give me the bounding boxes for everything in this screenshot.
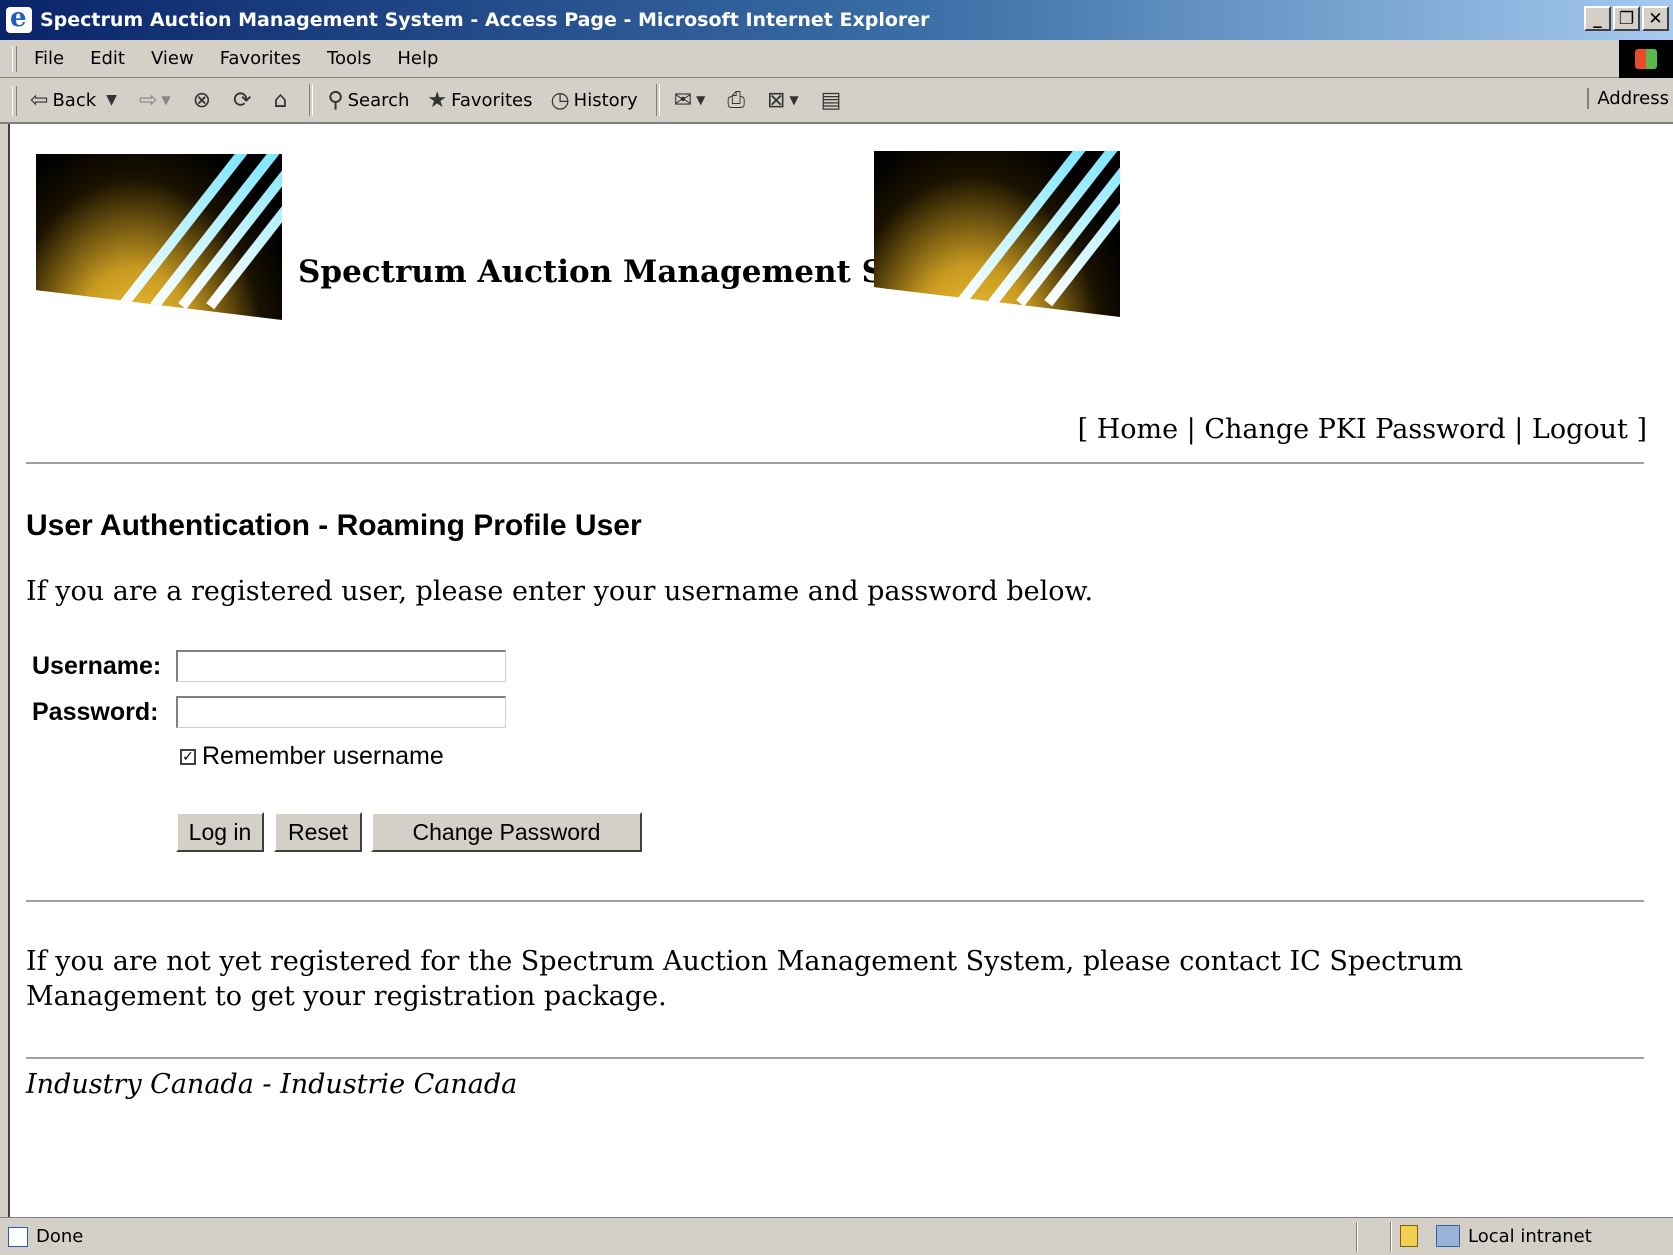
banner-logo-left [36,154,282,320]
history-button[interactable]: ◷ History [550,88,637,113]
search-icon: ⚲ [327,87,344,113]
menu-view[interactable]: View [151,48,194,69]
window-title: Spectrum Auction Management System - Acc… [40,9,930,31]
favorites-button[interactable]: ★ Favorites [427,88,532,113]
edit-button[interactable]: ⊠ ▼ [767,88,803,113]
nav-bracket-close: ] [1627,414,1647,445]
remember-username-checkbox[interactable]: ✓ [180,748,196,765]
nav-bracket-open: [ [1077,414,1097,445]
title-bar: Spectrum Auction Management System - Acc… [0,0,1673,40]
username-input[interactable] [176,650,506,682]
menu-grip[interactable] [12,46,17,72]
stop-icon: ⊗ [192,87,212,113]
registration-notice: If you are not yet registered for the Sp… [26,946,1464,1012]
toolbar-separator [655,84,660,116]
nav-home-link[interactable]: Home [1097,414,1178,445]
menu-help[interactable]: Help [397,48,438,69]
minimize-button[interactable]: _ [1584,6,1611,31]
divider [26,1057,1644,1059]
divider [26,900,1644,902]
site-banner: Spectrum Auction Management System [36,151,1136,324]
menu-file[interactable]: File [34,48,64,69]
reset-button[interactable]: Reset [274,812,362,852]
menu-edit[interactable]: Edit [90,48,125,69]
edit-icon: ⊠ [766,87,786,113]
intro-text: If you are a registered user, please ent… [26,576,1094,607]
remember-username-row: ✓ Remember username [180,742,444,771]
ie-icon [6,3,32,33]
top-nav: [ Home | Change PKI Password | Logout ] [1078,414,1647,445]
menu-bar: File Edit View Favorites Tools Help [0,40,1673,78]
menu-tools[interactable]: Tools [327,48,371,69]
page-viewport: Spectrum Auction Management System [ Hom… [8,124,1673,1217]
print-button[interactable]: ⎙ [727,88,749,113]
print-icon: ⎙ [727,87,745,113]
back-arrow-icon: ⇦ [30,87,49,113]
maximize-button[interactable]: ❐ [1613,6,1640,31]
forward-arrow-icon: ⇨ [138,87,158,113]
password-label: Password: [32,698,159,726]
history-icon: ◷ [550,87,570,113]
toolbar-grip[interactable] [12,86,17,116]
home-icon: ⌂ [273,87,288,113]
close-button[interactable]: ✕ [1642,6,1669,31]
refresh-button[interactable]: ⟳ [233,88,255,113]
discuss-icon: ▤ [820,87,842,113]
status-divider [1390,1222,1392,1252]
mail-button[interactable]: ✉ ▼ [674,88,710,113]
mail-icon: ✉ [673,87,693,113]
back-dropdown-icon[interactable]: ▼ [106,92,117,108]
username-label: Username: [32,652,162,680]
footer-text: Industry Canada - Industrie Canada [26,1069,518,1100]
divider [26,462,1644,464]
remember-username-label[interactable]: Remember username [202,742,444,771]
toolbar-separator [309,84,314,116]
favorites-label: Favorites [451,89,533,111]
stop-button[interactable]: ⊗ [193,88,215,113]
change-password-button[interactable]: Change Password [371,812,642,852]
address-label[interactable]: Address [1587,88,1669,109]
favorites-icon: ★ [427,87,448,113]
menu-favorites[interactable]: Favorites [220,48,301,69]
status-text: Done [36,1226,84,1247]
nav-separator: | [1178,414,1205,445]
search-label: Search [347,89,410,111]
refresh-icon: ⟳ [233,87,252,113]
nav-change-pki-link[interactable]: Change PKI Password [1204,414,1505,445]
security-zone-label: Local intranet [1468,1226,1592,1247]
window-controls: _ ❐ ✕ [1584,6,1669,31]
password-input[interactable] [176,696,506,728]
search-button[interactable]: ⚲ Search [327,88,409,113]
windows-logo-icon [1619,40,1673,78]
history-label: History [573,89,638,111]
status-divider [1356,1222,1358,1252]
login-button[interactable]: Log in [176,812,264,852]
home-button[interactable]: ⌂ [273,88,291,113]
banner-logo-right [874,151,1120,317]
discuss-button[interactable]: ▤ [821,88,846,113]
page-title: User Authentication - Roaming Profile Us… [26,509,642,542]
intranet-zone-icon [1436,1225,1460,1247]
nav-separator: | [1505,414,1532,445]
mail-dropdown-icon[interactable]: ▼ [696,93,705,107]
forward-dropdown-icon[interactable]: ▼ [161,93,170,107]
toolbar: ⇦ Back ▼ ⇨ ▼ ⊗ ⟳ ⌂ ⚲ Search ★ Favorites … [0,78,1673,124]
forward-button[interactable]: ⇨ ▼ [139,88,175,113]
edit-dropdown-icon[interactable]: ▼ [789,93,798,107]
lock-icon [1400,1225,1418,1247]
nav-logout-link[interactable]: Logout [1532,414,1628,445]
back-button[interactable]: ⇦ Back ▼ [30,88,121,113]
back-label: Back [52,89,97,111]
status-bar: Done Local intranet [0,1217,1673,1255]
page-done-icon [8,1226,28,1247]
